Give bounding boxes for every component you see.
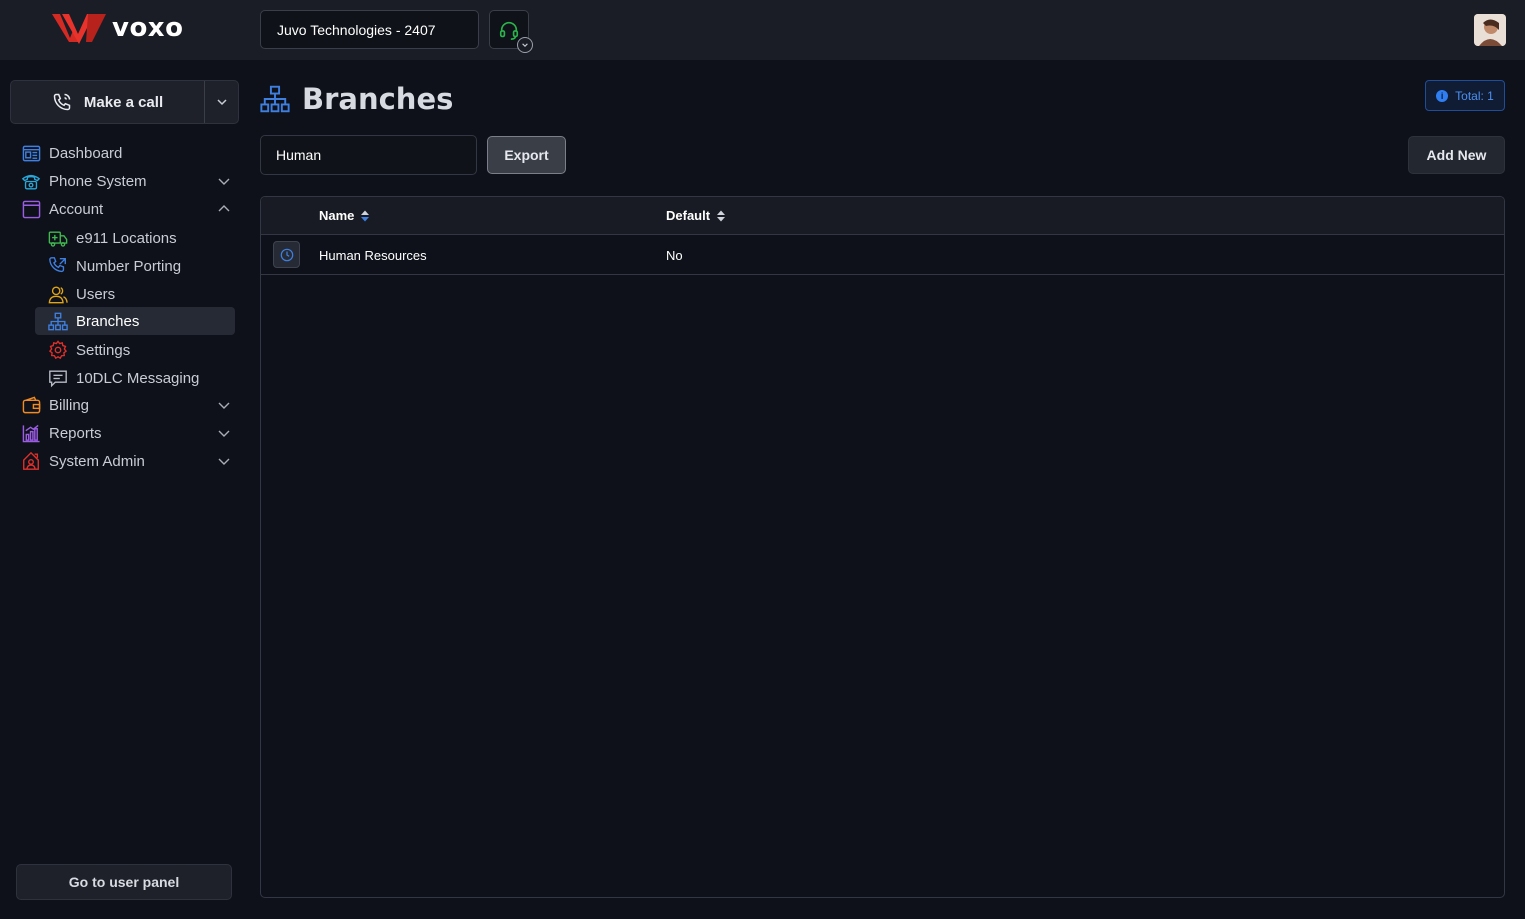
phone-call-icon [53,93,71,111]
logo-text: voxo [112,13,184,43]
chevron-down-icon [218,178,230,185]
history-button[interactable] [273,241,300,268]
top-bar: voxo Juvo Technologies - 2407 [0,0,1525,60]
wallet-icon [21,395,41,415]
sidebar-item-label: 10DLC Messaging [76,369,200,387]
page-title-text: Branches [302,82,454,116]
go-to-user-panel-button[interactable]: Go to user panel [16,864,232,900]
sidebar-item-10dlc-messaging[interactable]: 10DLC Messaging [48,364,231,392]
sidebar-item-label: Dashboard [49,144,123,162]
table-header: Name Default [261,197,1504,235]
branches-icon [48,311,68,331]
total-badge: i Total: 1 [1425,80,1505,111]
sidebar-item-label: Billing [49,396,90,414]
branches-table: Name Default Human Resources No [260,196,1505,898]
sidebar-item-account[interactable]: Account [21,195,231,223]
make-call-label: Make a call [83,93,164,111]
headset-icon [499,21,519,40]
sidebar-item-reports[interactable]: Reports [21,419,231,447]
sidebar-item-label: Reports [49,424,102,442]
sidebar-item-users[interactable]: Users [48,280,231,308]
sidebar-item-label: System Admin [49,452,145,470]
chevron-down-icon [218,402,230,409]
users-icon [48,284,68,304]
organization-selector[interactable]: Juvo Technologies - 2407 [260,10,479,49]
sidebar-item-number-porting[interactable]: Number Porting [48,252,231,280]
page-title: Branches [260,82,453,116]
chevron-down-icon[interactable] [517,37,533,53]
voxo-logo-mark [52,14,106,44]
sidebar-item-dashboard[interactable]: Dashboard [21,139,231,167]
sort-icon [361,210,370,221]
export-button[interactable]: Export [487,136,566,174]
sidebar-item-label: Number Porting [76,257,182,275]
phone-icon [21,171,41,191]
sidebar-item-label: Phone System [49,172,147,190]
info-icon: i [1436,89,1449,102]
make-call-dropdown[interactable] [204,81,238,123]
dashboard-icon [21,143,41,163]
sidebar-item-label: Branches [76,312,140,330]
clock-icon [280,248,293,261]
table-row[interactable]: Human Resources No [261,235,1504,275]
message-icon [48,368,68,388]
sidebar-item-billing[interactable]: Billing [21,391,231,419]
ambulance-icon [48,228,68,248]
chevron-up-icon [218,205,230,212]
sort-icon [717,210,726,221]
chart-icon [21,423,41,443]
sidebar-item-system-admin[interactable]: System Admin [21,447,231,475]
column-header-default[interactable]: Default [666,208,726,223]
sidebar-item-settings[interactable]: Settings [48,336,231,364]
make-call-main[interactable]: Make a call [11,81,204,123]
window-icon [21,199,41,219]
chevron-down-icon [218,458,230,465]
column-header-name[interactable]: Name [319,208,370,223]
gear-icon [48,340,68,360]
voxo-logo[interactable]: voxo [52,12,183,44]
number-porting-icon [48,256,68,276]
sidebar-item-label: e911 Locations [76,229,177,247]
sidebar-item-label: Settings [76,341,131,359]
sidebar-item-label: Users [76,285,116,303]
chevron-down-icon [218,430,230,437]
total-count: Total: 1 [1455,88,1494,103]
cell-default: No [666,248,683,263]
sidebar-item-e911-locations[interactable]: e911 Locations [48,224,231,252]
sidebar-item-branches[interactable]: Branches [35,307,235,335]
branches-icon [260,85,290,113]
search-input[interactable] [260,135,477,175]
headset-button[interactable] [489,10,533,53]
cell-name: Human Resources [319,248,427,263]
user-avatar[interactable] [1474,14,1506,46]
sidebar-item-label: Account [49,200,104,218]
add-new-button[interactable]: Add New [1408,136,1505,174]
chevron-down-icon [216,99,227,106]
admin-icon [21,451,41,471]
sidebar-item-phone-system[interactable]: Phone System [21,167,231,195]
make-call-button[interactable]: Make a call [10,80,239,124]
